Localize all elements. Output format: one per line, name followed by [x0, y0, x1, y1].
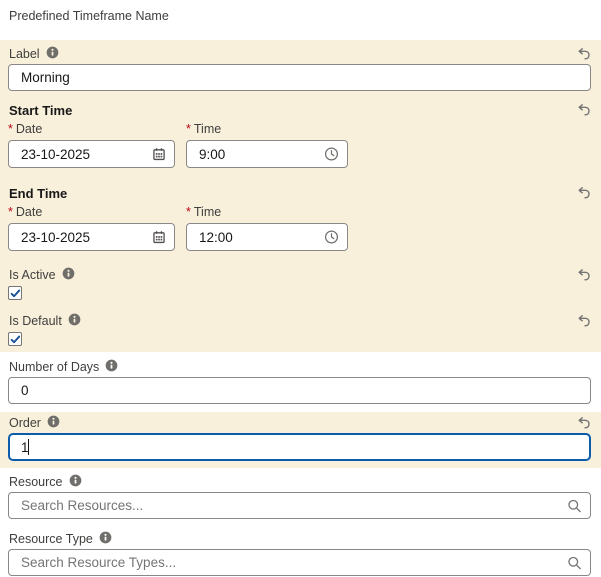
text-cursor	[28, 439, 29, 455]
is-active-label: Is Active	[9, 268, 56, 282]
end-time-heading: End Time	[9, 186, 67, 201]
start-time-heading: Start Time	[9, 103, 72, 118]
undo-button[interactable]	[577, 268, 591, 282]
required-marker: *	[186, 122, 191, 136]
info-icon[interactable]	[105, 359, 118, 375]
clock-icon[interactable]	[324, 147, 339, 162]
number-of-days-label: Number of Days	[9, 360, 99, 374]
resource-label: Resource	[9, 475, 63, 489]
info-icon[interactable]	[46, 46, 59, 62]
undo-icon	[577, 105, 591, 120]
start-date-label: Date	[16, 122, 42, 136]
resource-type-search-input[interactable]	[8, 549, 591, 576]
undo-button[interactable]	[577, 416, 591, 430]
info-icon[interactable]	[62, 267, 75, 283]
page-title: Predefined Timeframe Name	[9, 9, 601, 23]
is-active-checkbox[interactable]	[8, 286, 22, 300]
required-marker: *	[8, 122, 13, 136]
is-default-label: Is Default	[9, 314, 62, 328]
order-label: Order	[9, 416, 41, 430]
label-input[interactable]	[8, 64, 591, 91]
end-date-label: Date	[16, 205, 42, 219]
calendar-icon[interactable]	[152, 230, 166, 244]
undo-button[interactable]	[577, 103, 591, 117]
undo-icon	[577, 418, 591, 433]
info-icon[interactable]	[69, 474, 82, 490]
required-marker: *	[186, 205, 191, 219]
resource-type-label: Resource Type	[9, 532, 93, 546]
undo-button[interactable]	[577, 314, 591, 328]
number-of-days-input[interactable]	[8, 377, 591, 404]
is-default-checkbox[interactable]	[8, 332, 22, 346]
info-icon[interactable]	[47, 415, 60, 431]
order-changed-section: Order	[0, 412, 601, 468]
undo-button[interactable]	[577, 186, 591, 200]
changed-fields-section: Label Start Time *Date *Time	[0, 40, 601, 352]
order-input[interactable]	[8, 433, 591, 461]
end-date-input[interactable]	[8, 223, 175, 251]
undo-button[interactable]	[577, 47, 591, 61]
undo-icon	[577, 188, 591, 203]
end-time-label: Time	[194, 205, 221, 219]
resource-type-field: Resource Type	[0, 519, 601, 576]
start-date-input[interactable]	[8, 140, 175, 168]
calendar-icon[interactable]	[152, 147, 166, 161]
start-time-label: Time	[194, 122, 221, 136]
label-field-label: Label	[9, 47, 40, 61]
info-icon[interactable]	[99, 531, 112, 547]
undo-icon	[577, 316, 591, 331]
resource-search-input[interactable]	[8, 492, 591, 519]
number-of-days-field: Number of Days	[0, 352, 601, 404]
clock-icon[interactable]	[324, 230, 339, 245]
undo-icon	[577, 270, 591, 285]
undo-icon	[577, 49, 591, 64]
search-icon[interactable]	[567, 498, 582, 513]
resource-field: Resource	[0, 468, 601, 519]
required-marker: *	[8, 205, 13, 219]
info-icon[interactable]	[68, 313, 81, 329]
